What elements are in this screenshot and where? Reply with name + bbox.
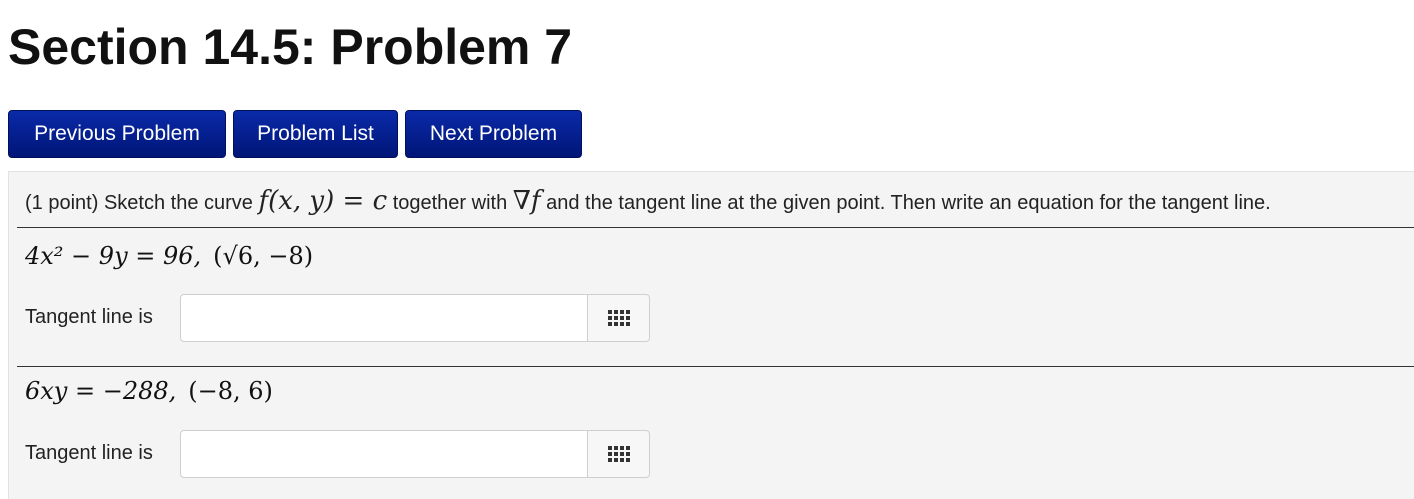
problem-statement: (1 point) Sketch the curve f(x, y) = c t… (25, 186, 1271, 216)
statement-text-1: Sketch the curve (103, 192, 253, 214)
part-1-equation: 4x² − 9y = 96, (25, 242, 202, 270)
problem-list-button[interactable]: Problem List (233, 110, 398, 158)
statement-text-3: and the tangent line at the given point.… (546, 192, 1271, 214)
part-2-equation-line: 6xy = −288, (−8, 6) (25, 377, 273, 406)
page-title: Section 14.5: Problem 7 (8, 19, 573, 75)
part-1-point: (√6, −8) (213, 242, 314, 270)
part-1-answer-group (180, 294, 650, 342)
previous-problem-button[interactable]: Previous Problem (8, 110, 226, 158)
problem-navigation: Previous Problem Problem List Next Probl… (8, 110, 582, 158)
part-2-point: (−8, 6) (188, 377, 273, 405)
equation-palette-icon[interactable] (588, 294, 650, 342)
curve-expression: f(x, y) = c (258, 186, 388, 216)
part-2-answer-group (180, 430, 650, 478)
part-1-label: Tangent line is (25, 306, 153, 328)
gradient-expression: ∇f (512, 186, 541, 216)
divider (17, 227, 1414, 228)
problem-panel: (1 point) Sketch the curve f(x, y) = c t… (8, 171, 1414, 499)
problem-points: (1 point) (25, 192, 99, 214)
part-2-equation: 6xy = −288, (25, 377, 177, 405)
part-2-tangent-line-input[interactable] (180, 430, 588, 478)
equation-palette-icon[interactable] (588, 430, 650, 478)
statement-text-2: together with (392, 192, 508, 214)
part-1-tangent-line-input[interactable] (180, 294, 588, 342)
part-1-equation-line: 4x² − 9y = 96, (√6, −8) (25, 242, 313, 271)
divider (17, 366, 1414, 367)
next-problem-button[interactable]: Next Problem (405, 110, 582, 158)
part-2-label: Tangent line is (25, 442, 153, 464)
